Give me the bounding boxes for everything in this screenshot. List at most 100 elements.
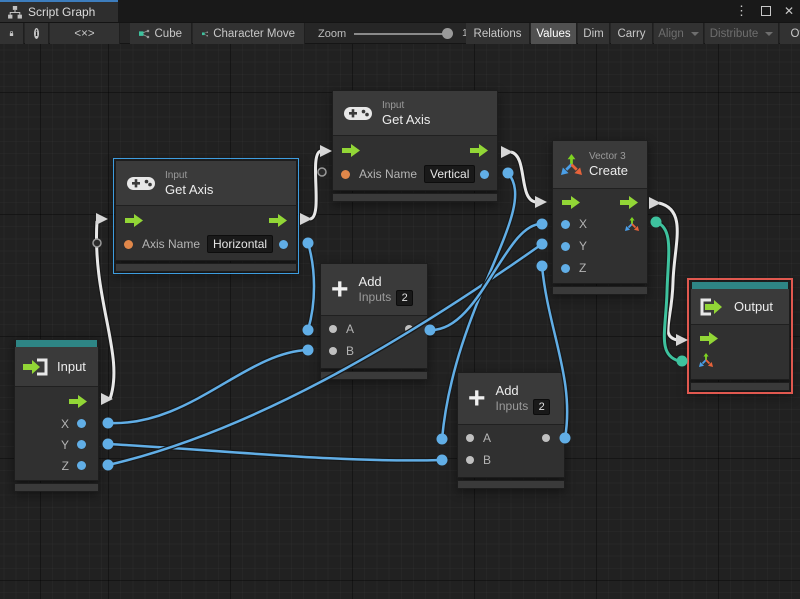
menu-kebab-icon[interactable]: ⋮ xyxy=(735,0,748,22)
string-port[interactable] xyxy=(124,239,133,249)
port-label: Y xyxy=(579,239,588,253)
flow-out-port[interactable] xyxy=(268,214,288,227)
graph-canvas[interactable]: Input Get Axis Axis Name Vertical Input … xyxy=(0,44,800,599)
port-label: A xyxy=(483,431,492,445)
port-label: Z xyxy=(579,261,587,275)
value-in-port-b[interactable] xyxy=(466,456,474,464)
value-out-port[interactable] xyxy=(405,325,413,333)
node-footer xyxy=(457,480,565,489)
output-bracket-icon xyxy=(699,298,725,316)
port-label: Z xyxy=(61,458,69,473)
value-out-port[interactable] xyxy=(542,434,550,442)
axis-name-field[interactable]: Vertical xyxy=(424,165,476,183)
code-view-label: <×> xyxy=(74,27,95,40)
distribute-dropdown[interactable]: Distribute xyxy=(705,23,779,44)
flow-out-port[interactable] xyxy=(68,395,88,408)
flow-in-port[interactable] xyxy=(699,332,719,345)
port-label: X xyxy=(60,416,69,431)
node-footer xyxy=(115,263,297,272)
title-bar: Script Graph ⋮ ✕ xyxy=(0,0,800,22)
align-dropdown[interactable]: Align xyxy=(654,23,704,44)
dim-toggle[interactable]: Dim xyxy=(578,23,610,44)
carry-toggle[interactable]: Carry xyxy=(611,23,653,44)
script-graph-window: Script Graph ⋮ ✕ i <×> Cube Character Mo… xyxy=(0,0,800,599)
code-view-button[interactable]: <×> xyxy=(50,23,120,44)
chevron-down-icon xyxy=(765,31,774,36)
node-category: Vector 3 xyxy=(589,151,626,162)
float-out-port-y[interactable] xyxy=(77,440,86,449)
inputs-count-field[interactable]: 2 xyxy=(533,398,551,415)
unit-port-titlebar xyxy=(691,281,789,289)
vector3-icon xyxy=(561,154,582,175)
node-title: Add xyxy=(495,382,519,398)
float-out-port[interactable] xyxy=(279,239,288,249)
zoom-slider-handle[interactable] xyxy=(442,28,454,39)
graph-breadcrumb-character-move[interactable]: Character Move xyxy=(193,23,305,44)
node-category: Input xyxy=(382,99,405,111)
vector3-in-port[interactable] xyxy=(699,353,713,367)
tab-script-graph[interactable]: Script Graph xyxy=(0,0,118,22)
float-out-port-z[interactable] xyxy=(77,461,86,470)
close-icon[interactable]: ✕ xyxy=(784,0,794,22)
float-in-port-x[interactable] xyxy=(561,219,570,229)
port-label: X xyxy=(579,217,588,231)
flow-in-port[interactable] xyxy=(561,196,581,209)
lock-icon xyxy=(9,27,14,40)
value-in-port-b[interactable] xyxy=(329,347,337,355)
node-graph-output[interactable]: Output xyxy=(687,278,793,394)
float-out-port-x[interactable] xyxy=(77,419,86,428)
string-port[interactable] xyxy=(341,169,350,179)
port-label: Axis Name xyxy=(359,167,418,181)
info-button[interactable]: i xyxy=(25,23,49,44)
node-footer xyxy=(14,483,99,492)
inputs-label: Inputs xyxy=(495,399,529,413)
axis-name-field[interactable]: Horizontal xyxy=(207,235,274,253)
flow-in-port[interactable] xyxy=(124,214,144,227)
zoom-slider-track xyxy=(354,33,447,35)
node-footer xyxy=(332,193,498,202)
unit-port-titlebar xyxy=(15,339,98,347)
flow-out-port[interactable] xyxy=(619,196,639,209)
node-footer xyxy=(690,382,790,391)
input-bracket-icon xyxy=(23,358,49,376)
relations-toggle[interactable]: Relations xyxy=(466,23,530,44)
node-get-axis-horizontal[interactable]: Input Get Axis Axis Name Horizontal xyxy=(113,158,299,274)
node-graph-input[interactable]: Input X Y Z xyxy=(14,339,99,492)
gamepad-icon xyxy=(343,103,373,123)
gamepad-icon xyxy=(126,173,156,193)
zoom-slider[interactable] xyxy=(354,23,454,44)
tab-title: Script Graph xyxy=(28,5,96,19)
zoom-label: Zoom xyxy=(318,27,347,40)
float-in-port-y[interactable] xyxy=(561,241,570,251)
node-title: Get Axis xyxy=(382,111,431,127)
port-label: B xyxy=(483,453,492,467)
node-title: Output xyxy=(734,298,774,314)
node-vector3-create[interactable]: Vector 3 Create X Y Z xyxy=(552,140,648,295)
graph-label: Character Move xyxy=(213,27,295,40)
node-add-1[interactable]: + Add Inputs 2 A B xyxy=(320,263,428,380)
vector3-out-port[interactable] xyxy=(625,217,639,231)
flow-in-port[interactable] xyxy=(341,144,361,157)
graph-breadcrumb-cube[interactable]: Cube xyxy=(130,23,192,44)
port-label: Y xyxy=(60,437,69,452)
node-get-axis-vertical[interactable]: Input Get Axis Axis Name Vertical xyxy=(332,90,498,202)
port-label: B xyxy=(346,344,355,358)
float-out-port[interactable] xyxy=(480,169,489,179)
node-footer xyxy=(552,286,648,295)
values-toggle[interactable]: Values xyxy=(531,23,577,44)
node-category: Input xyxy=(165,169,188,181)
node-title: Get Axis xyxy=(165,181,214,197)
float-in-port-z[interactable] xyxy=(561,263,570,273)
overview-button[interactable]: Overview xyxy=(780,23,800,44)
lock-button[interactable] xyxy=(0,23,24,44)
plus-icon: + xyxy=(468,381,486,415)
node-title: Input xyxy=(57,358,86,374)
inputs-count-field[interactable]: 2 xyxy=(396,289,414,306)
node-add-2[interactable]: + Add Inputs 2 A B xyxy=(457,372,565,489)
graph-icon xyxy=(202,28,208,40)
maximize-icon[interactable] xyxy=(760,6,771,16)
flow-out-port[interactable] xyxy=(469,144,489,157)
value-in-port-a[interactable] xyxy=(329,325,337,333)
value-in-port-a[interactable] xyxy=(466,434,474,442)
graph-toolbar: i <×> Cube Character Move Zoom 1x Relati… xyxy=(0,22,800,44)
